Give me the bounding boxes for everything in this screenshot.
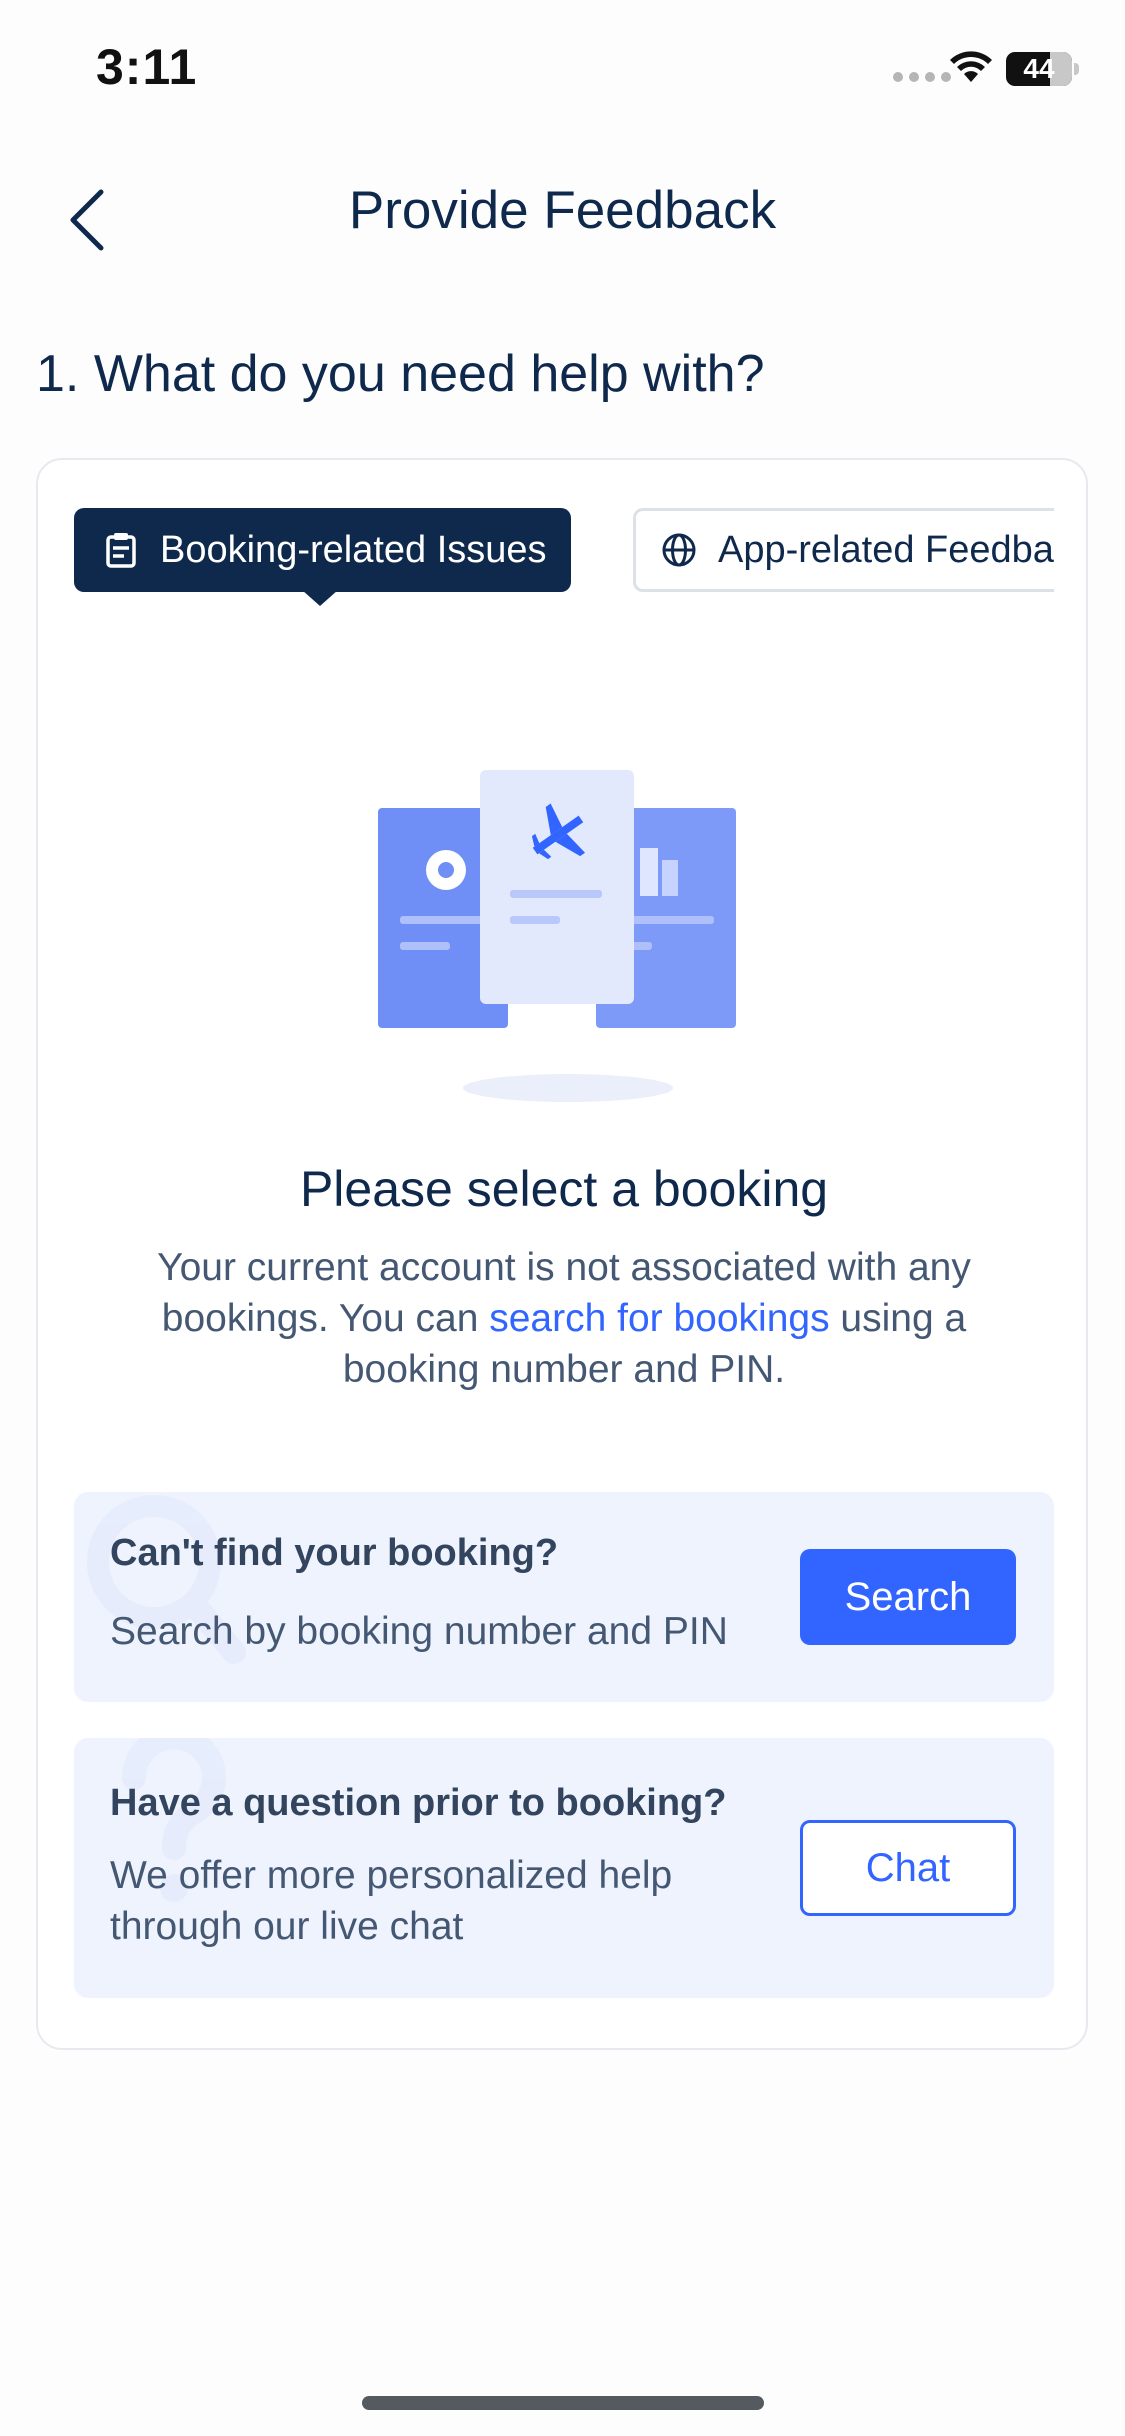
question-subtitle: We offer more personalized help through … (110, 1854, 673, 1948)
empty-state-title: Please select a booking (299, 1161, 829, 1217)
page-title: Provide Feedback (348, 181, 777, 240)
battery-icon: 44 (1006, 52, 1079, 86)
search-button[interactable]: Search (800, 1549, 1016, 1645)
empty-state-description: Your current account is not associated w… (118, 1242, 1010, 1395)
active-tab-pointer (302, 590, 338, 606)
find-booking-subtitle: Search by booking number and PIN (110, 1610, 728, 1653)
screen: 3:11 44 Provide Feedback 1. What do you … (0, 0, 1125, 2436)
find-booking-box: Can't find your booking? Search by booki… (74, 1492, 1054, 1702)
tab-booking-issues[interactable]: Booking-related Issues (74, 508, 571, 592)
help-card: Booking-related Issues App-related Feedb… (36, 458, 1088, 2050)
signal-dots-icon (893, 72, 951, 82)
tab-app-feedback[interactable]: App-related Feedback (633, 508, 1054, 592)
clipboard-icon (106, 533, 136, 568)
wifi-icon (950, 51, 992, 82)
tab-bar: Booking-related Issues App-related Feedb… (74, 508, 1054, 598)
tab-app-feedback-label: App-related Feedback (718, 528, 1054, 571)
find-booking-title: Can't find your booking? (110, 1532, 559, 1574)
question-box: Have a question prior to booking? We off… (74, 1738, 1054, 1998)
tickets-illustration (378, 770, 736, 1102)
home-indicator[interactable] (362, 2396, 764, 2410)
battery-level: 44 (1023, 53, 1055, 84)
question-title: Have a question prior to booking? (110, 1782, 727, 1824)
status-time: 3:11 (96, 39, 198, 95)
globe-icon (662, 533, 696, 567)
section-title: 1. What do you need help with? (36, 345, 765, 403)
chat-button[interactable]: Chat (800, 1820, 1016, 1916)
search-bookings-link[interactable]: search for bookings (489, 1297, 829, 1340)
tab-booking-issues-label: Booking-related Issues (160, 528, 547, 571)
status-bar: 3:11 44 (0, 0, 1125, 140)
